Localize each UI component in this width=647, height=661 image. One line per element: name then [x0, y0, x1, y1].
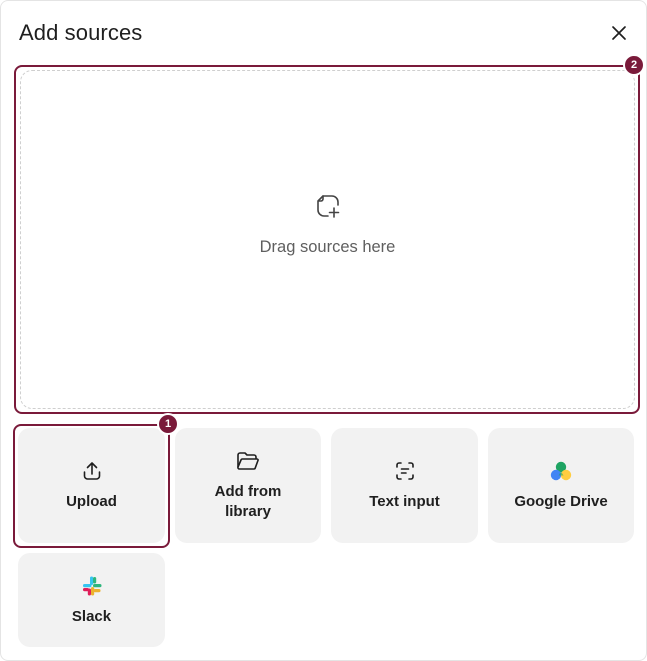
dropzone-label: Drag sources here [259, 237, 396, 256]
add-from-library-button[interactable]: Add from library [175, 428, 321, 543]
google-drive-button[interactable]: Google Drive [488, 428, 634, 543]
slack-icon [81, 574, 103, 598]
upload-icon [81, 459, 103, 483]
dropzone-step-badge: 2 [623, 54, 645, 76]
add-source-icon [315, 193, 341, 224]
text-input-label: Text input [369, 493, 440, 510]
google-drive-label: Google Drive [514, 493, 608, 510]
text-input-icon [394, 459, 416, 483]
upload-step-badge: 1 [157, 413, 179, 435]
google-drive-icon [549, 459, 573, 483]
slack-button[interactable]: Slack [18, 553, 165, 647]
folder-open-icon [236, 449, 260, 473]
drag-drop-zone[interactable]: Drag sources here [20, 70, 635, 409]
dialog-title: Add sources [19, 20, 143, 45]
text-input-button[interactable]: Text input [331, 428, 478, 543]
close-button[interactable] [605, 19, 633, 47]
upload-button[interactable]: Upload [18, 428, 165, 543]
slack-label: Slack [71, 607, 112, 625]
close-icon [612, 26, 626, 40]
add-sources-dialog: Add sources Drag sources here 2 Upload 1… [0, 0, 647, 661]
add-from-library-label: Add from library [214, 483, 282, 520]
upload-label: Upload [66, 493, 117, 510]
